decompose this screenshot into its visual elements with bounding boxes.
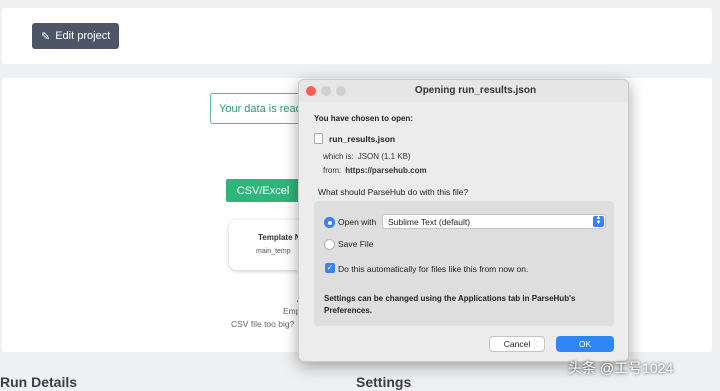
pencil-icon: ✎ <box>41 30 51 43</box>
which-is-label: which is: <box>323 152 354 161</box>
auto-action-checkbox[interactable]: ✓ <box>325 263 335 273</box>
csv-too-big-link[interactable]: CSV file too big? <box>231 319 294 329</box>
dialog-title: Opening run_results.json <box>414 85 537 96</box>
file-name: run_results.json <box>329 133 396 144</box>
edit-project-button[interactable]: ✎ Edit project <box>32 23 120 49</box>
from-value: https://parsehub.com <box>345 166 427 175</box>
dialog-titlebar: Opening run_results.json <box>299 80 628 102</box>
save-file-radio[interactable] <box>324 239 335 250</box>
file-type-value: JSON (1.1 KB) <box>357 152 411 161</box>
select-arrows-icon: ▲ ▼ <box>593 215 604 227</box>
open-with-label: Open with <box>338 217 377 227</box>
application-select-value: Sublime Text (default) <box>388 217 471 227</box>
chosen-label: You have chosen to open: <box>314 114 413 123</box>
file-source-row: from: https://parsehub.com <box>323 166 427 175</box>
file-row: run_results.json <box>314 133 395 144</box>
settings-heading: Settings <box>356 374 412 390</box>
save-file-label: Save File <box>338 239 374 249</box>
template-card[interactable]: Template N main_temp <box>229 220 305 270</box>
project-header-card: ✎ Edit project <box>2 8 712 64</box>
application-select[interactable]: Sublime Text (default) ▲ ▼ <box>382 214 606 229</box>
open-with-radio[interactable] <box>324 217 335 228</box>
options-group: Open with Sublime Text (default) ▲ ▼ Save… <box>314 201 614 326</box>
document-icon <box>314 133 323 144</box>
csv-excel-button[interactable]: CSV/Excel <box>226 179 300 202</box>
edit-project-label: Edit project <box>55 30 111 42</box>
auto-action-label: Do this automatically for files like thi… <box>338 264 529 274</box>
run-details-heading: Run Details <box>0 374 78 390</box>
ok-button[interactable]: OK <box>556 336 614 352</box>
preferences-note: Settings can be changed using the Applic… <box>324 294 576 315</box>
action-question: What should ParseHub do with this file? <box>318 187 469 197</box>
from-label: from: <box>323 166 342 175</box>
file-type-row: which is: JSON (1.1 KB) <box>323 152 411 161</box>
cancel-button[interactable]: Cancel <box>489 336 545 352</box>
open-file-dialog: Opening run_results.json You have chosen… <box>298 79 629 362</box>
watermark: 头条 @工号1024 <box>568 360 674 376</box>
